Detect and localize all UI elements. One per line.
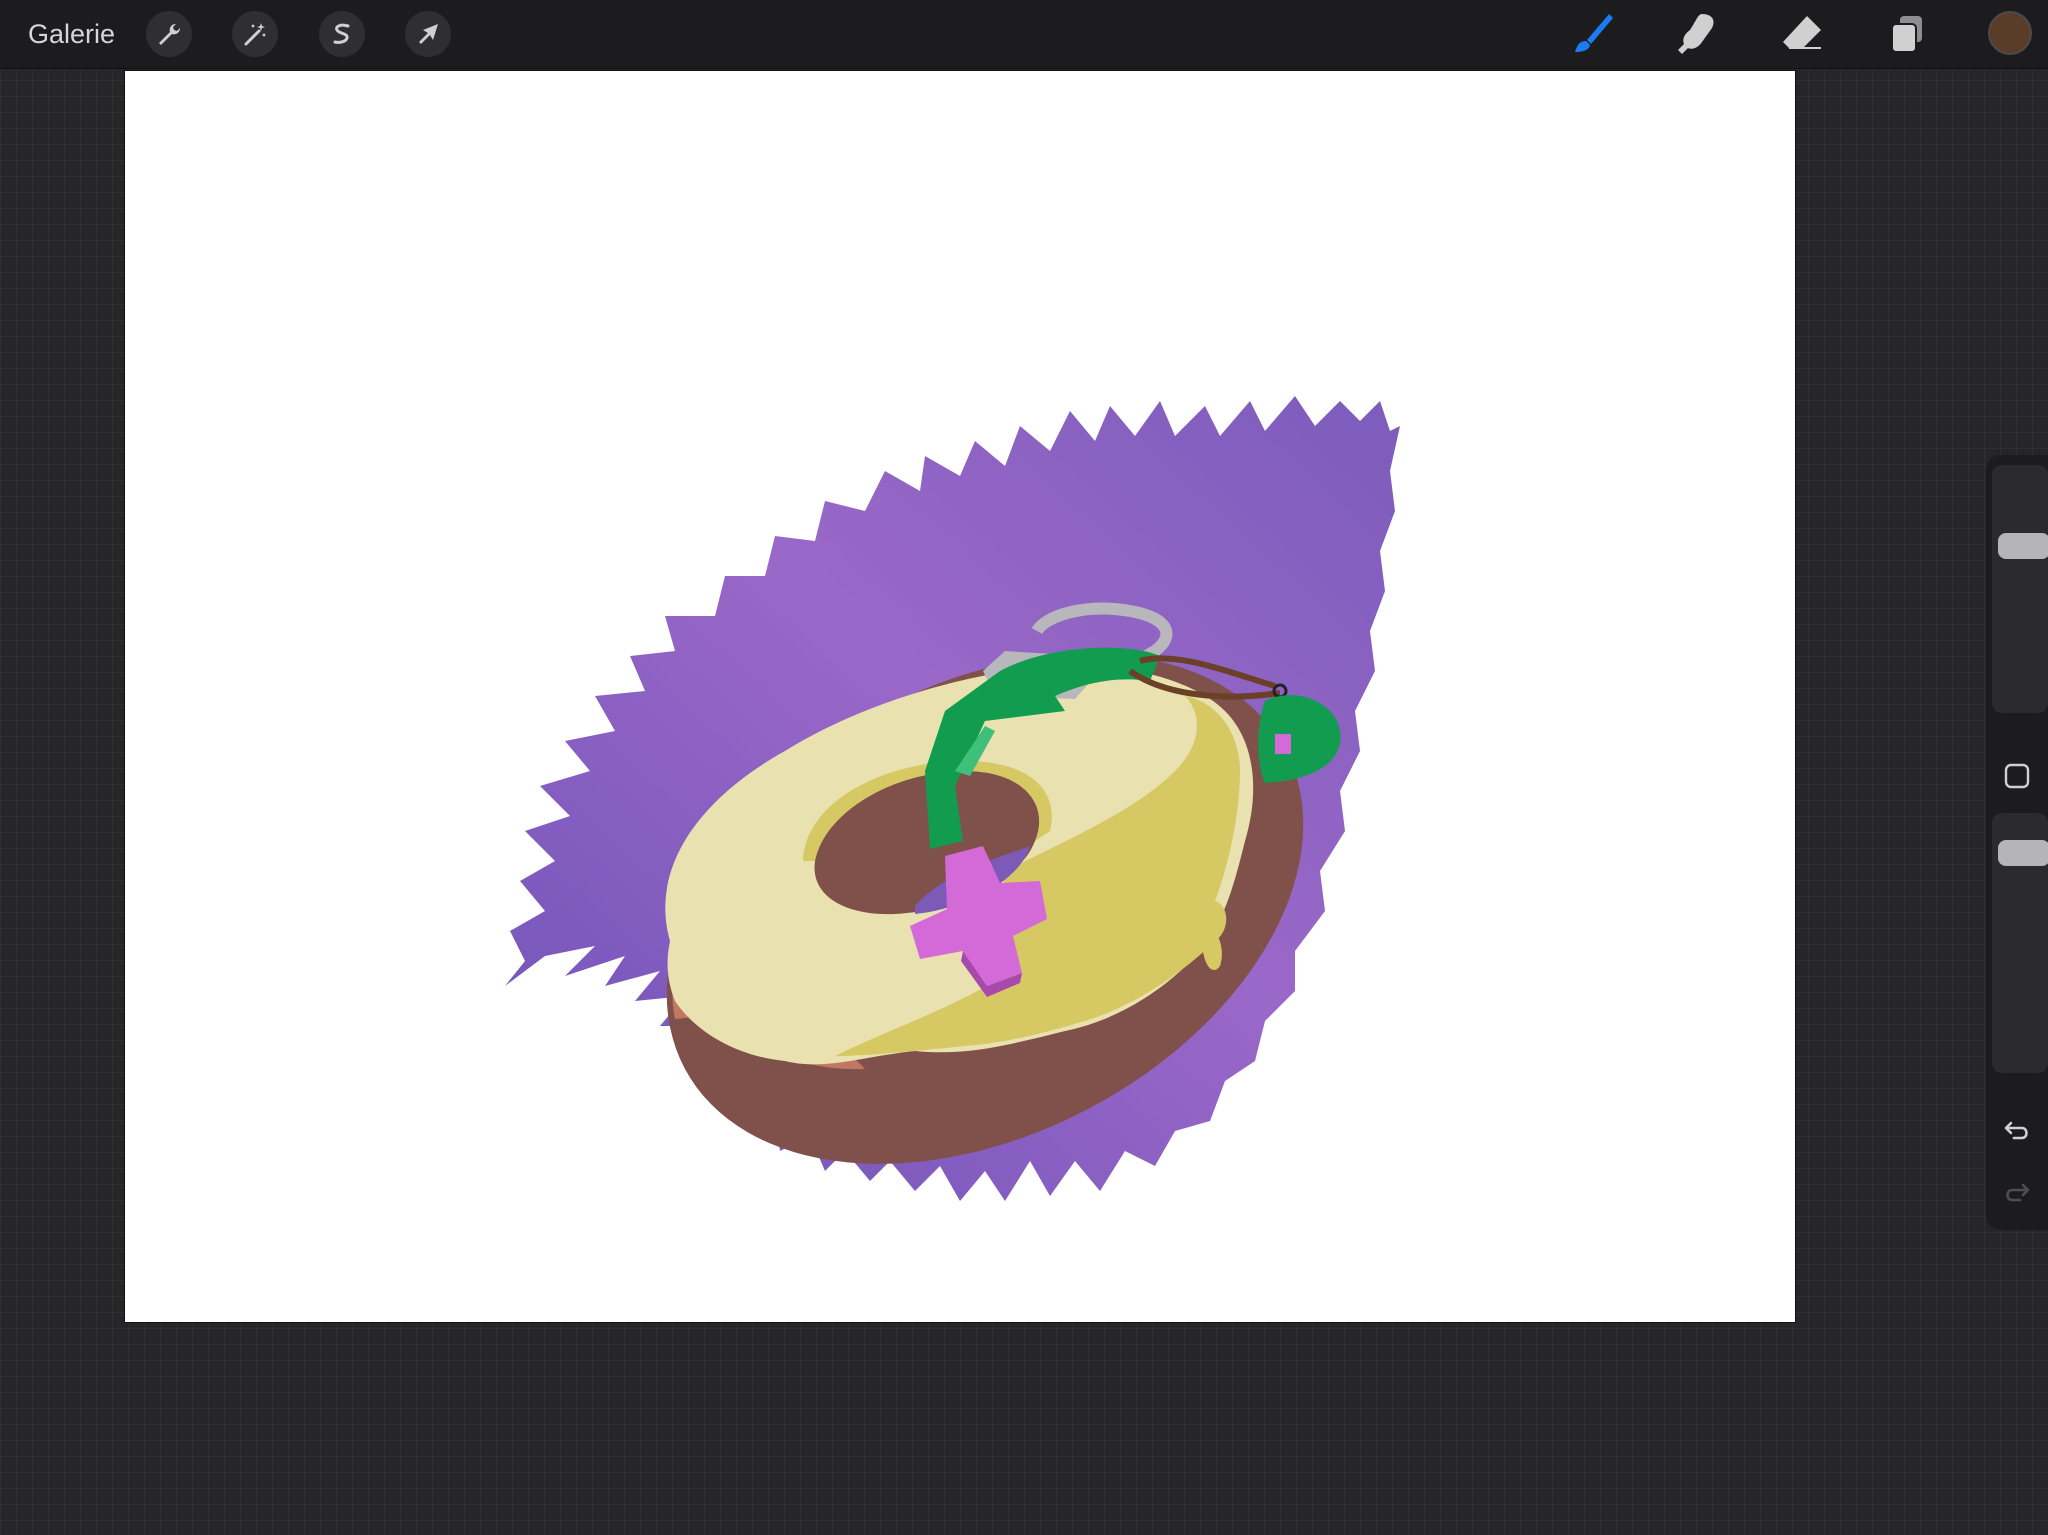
brush-icon <box>1575 14 1613 52</box>
gallery-button[interactable]: Galerie <box>28 14 115 54</box>
magic-wand-icon <box>244 23 266 46</box>
keychain-pink-tag <box>1275 734 1291 754</box>
opacity-slider[interactable] <box>1992 813 2048 1073</box>
artwork <box>505 396 1400 1201</box>
redo-button[interactable] <box>2002 1177 2032 1207</box>
eraser-tool-button[interactable] <box>1777 10 1827 58</box>
selection-s-icon <box>333 23 350 44</box>
transform-button[interactable] <box>405 11 451 57</box>
smudge-tool-button[interactable] <box>1672 10 1722 58</box>
adjustments-button[interactable] <box>232 11 278 57</box>
layers-button[interactable] <box>1882 10 1932 58</box>
top-toolbar: Galerie <box>0 0 2048 69</box>
color-picker-button[interactable] <box>1988 11 2032 55</box>
actions-button[interactable] <box>146 11 192 57</box>
square-icon <box>2004 763 2030 789</box>
brush-size-slider[interactable] <box>1992 465 2048 713</box>
drawing-canvas[interactable] <box>125 71 1795 1322</box>
brush-size-thumb[interactable] <box>1998 533 2048 560</box>
undo-button[interactable] <box>2002 1115 2032 1145</box>
brush-tool-button[interactable] <box>1567 10 1617 58</box>
redo-icon <box>2006 1183 2030 1202</box>
right-sidebar <box>1986 455 2048 1230</box>
smudge-finger-icon <box>1678 14 1714 54</box>
opacity-thumb[interactable] <box>1998 839 2048 866</box>
layers-icon <box>1891 16 1922 53</box>
modify-button[interactable] <box>2003 762 2031 790</box>
eraser-icon <box>1783 16 1821 49</box>
wrench-icon <box>159 23 181 45</box>
arrow-cursor-icon <box>419 24 438 44</box>
selection-button[interactable] <box>319 11 365 57</box>
undo-icon <box>2004 1121 2028 1140</box>
